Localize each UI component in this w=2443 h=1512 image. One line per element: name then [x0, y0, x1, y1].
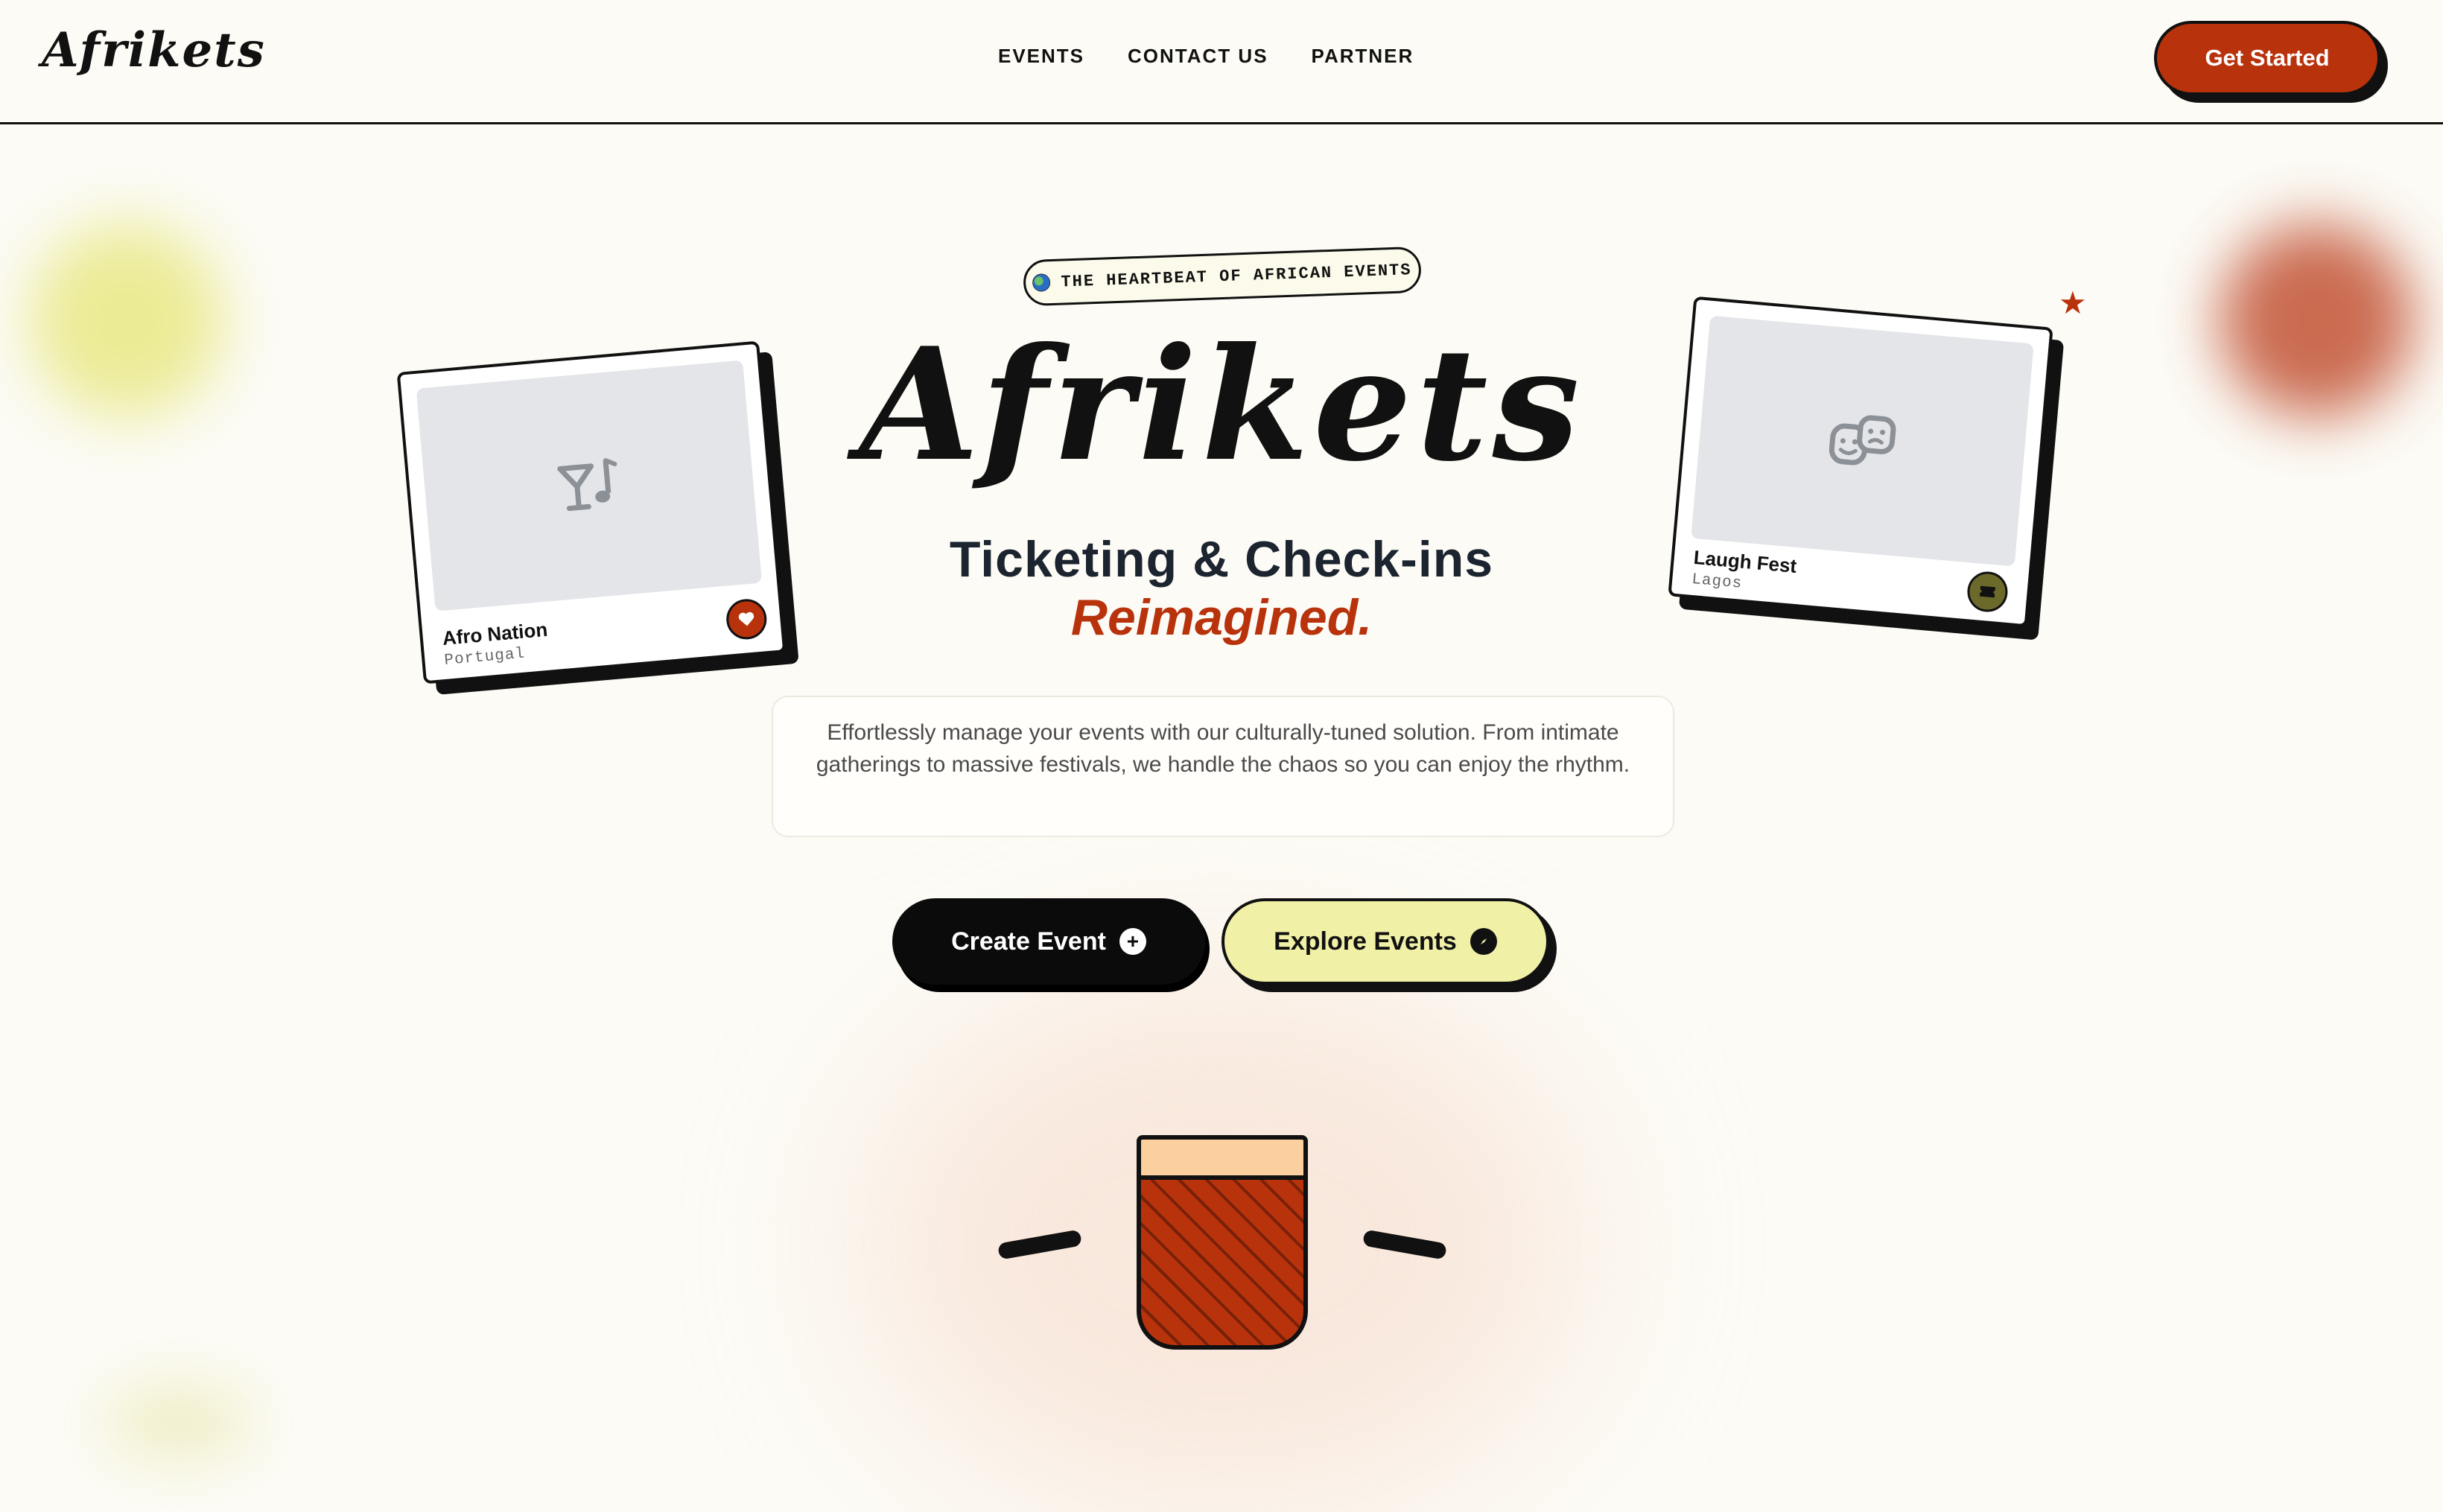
nav-link-contact[interactable]: CONTACT US	[1128, 45, 1268, 68]
get-started-button[interactable]: Get Started	[2154, 21, 2380, 95]
nav-link-events[interactable]: EVENTS	[998, 45, 1084, 68]
card-frame: Afro Nation Portugal	[396, 340, 787, 684]
cocktail-music-icon	[557, 458, 617, 512]
site-header: Afrikets EVENTS CONTACT US PARTNER Get S…	[0, 0, 2443, 124]
red-glow-decoration	[2220, 223, 2413, 417]
plus-icon: +	[1119, 928, 1146, 955]
globe-icon	[1032, 273, 1051, 292]
explore-events-button[interactable]: Explore Events	[1222, 898, 1549, 985]
card-frame: Laugh Fest Lagos	[1668, 296, 2053, 628]
event-card-laugh-fest[interactable]: Laugh Fest Lagos	[1668, 296, 2065, 641]
create-event-label: Create Event	[951, 927, 1106, 956]
hero-tagline: Ticketing & Check-ins	[949, 531, 1494, 588]
ticket-icon	[1979, 585, 1996, 598]
nav-link-partner[interactable]: PARTNER	[1312, 45, 1414, 68]
card-image-placeholder	[1691, 315, 2034, 567]
event-card-afro-nation[interactable]: Afro Nation Portugal	[396, 340, 799, 696]
drink-foam	[1141, 1140, 1303, 1180]
yellow-glow-decoration	[30, 223, 223, 417]
theater-masks-icon	[1829, 415, 1896, 466]
create-event-button[interactable]: Create Event +	[892, 898, 1205, 985]
hero-badge: THE HEARTBEAT OF AFRICAN EVENTS	[1023, 246, 1422, 307]
drink-mascot	[1137, 1135, 1308, 1350]
favorite-button[interactable]	[725, 597, 769, 641]
heart-icon	[738, 612, 754, 626]
logo[interactable]: Afrikets	[42, 22, 266, 78]
card-title: Afro Nation	[441, 617, 549, 650]
star-icon: ★	[2059, 285, 2087, 320]
hero-title: Afrikets	[859, 314, 1584, 496]
compass-icon	[1470, 928, 1497, 955]
hero-description: Effortlessly manage your events with our…	[772, 696, 1674, 837]
main-nav: EVENTS CONTACT US PARTNER	[998, 45, 1414, 68]
drink-stripes	[1141, 1180, 1303, 1345]
ticket-button[interactable]	[1966, 570, 2010, 614]
hero-badge-label: THE HEARTBEAT OF AFRICAN EVENTS	[1061, 260, 1412, 292]
bottom-glow-decoration	[104, 1385, 253, 1460]
card-image-placeholder	[416, 360, 763, 612]
explore-events-label: Explore Events	[1274, 927, 1457, 956]
card-location: Lagos	[1691, 571, 1744, 593]
hero-tagline-accent: Reimagined.	[1070, 589, 1373, 646]
